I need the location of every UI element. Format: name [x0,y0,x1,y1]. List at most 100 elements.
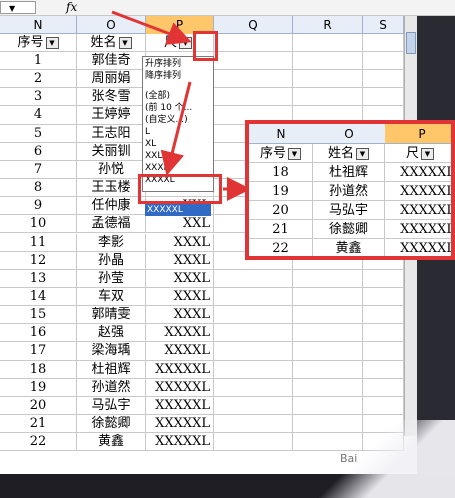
seq-cell[interactable]: 4 [0,106,77,124]
empty-cell[interactable] [363,88,404,106]
name-cell[interactable]: 王志阳 [77,124,146,142]
menu-item-xxl[interactable]: XXL [145,150,211,162]
function-icon[interactable]: fx [66,0,77,14]
name-cell[interactable]: 车双 [77,287,146,306]
name-cell[interactable]: 徐懿卿 [77,415,146,433]
empty-cell[interactable] [214,378,293,396]
empty-cell[interactable] [214,269,293,287]
seq-cell[interactable]: 19 [0,378,77,396]
size-cell[interactable]: XXXL [146,287,214,306]
empty-cell[interactable] [293,324,363,342]
empty-cell[interactable] [293,306,363,324]
menu-item-sort-asc[interactable]: 升序排列 [145,58,211,70]
menu-item-custom[interactable]: (自定义...) [145,114,211,126]
name-cell[interactable]: 王玉楼 [77,179,146,197]
seq-cell[interactable]: 13 [0,269,77,287]
seq-cell[interactable]: 20 [0,396,77,414]
filter-dropdown-name[interactable]: ▼ [118,36,132,49]
column-header-r[interactable]: R [293,16,363,34]
seq-cell[interactable]: 15 [0,306,77,324]
size-cell[interactable]: XXXL [146,251,214,269]
seq-cell[interactable]: 5 [0,124,77,142]
empty-cell[interactable] [214,287,293,306]
name-cell[interactable]: 孙悦 [77,160,146,179]
seq-cell[interactable]: 9 [0,197,77,215]
seq-cell[interactable]: 10 [0,215,77,233]
empty-cell[interactable] [214,306,293,324]
seq-cell[interactable]: 14 [0,287,77,306]
name-cell[interactable]: 马弘宇 [77,396,146,414]
empty-cell[interactable] [214,433,293,451]
seq-cell[interactable]: 11 [0,233,77,251]
name-cell[interactable]: 赵强 [77,324,146,342]
name-cell[interactable]: 郭佳奇 [77,52,146,70]
empty-cell[interactable] [363,269,404,287]
seq-cell[interactable]: 2 [0,70,77,88]
name-cell[interactable]: 李影 [77,233,146,251]
seq-cell[interactable]: 21 [0,415,77,433]
name-cell[interactable]: 孟德福 [77,215,146,233]
size-cell[interactable]: XXL [146,215,214,233]
column-header-s[interactable]: S [363,16,404,34]
empty-cell[interactable] [363,306,404,324]
seq-cell[interactable]: 7 [0,160,77,179]
empty-cell[interactable] [363,378,404,396]
menu-item-sort-desc[interactable]: 降序排列 [145,70,211,82]
menu-item-xxxxxl[interactable]: XXXXXL [145,204,211,216]
empty-cell[interactable] [214,70,293,88]
seq-cell[interactable]: 12 [0,251,77,269]
size-cell[interactable]: XXXXL [146,342,214,360]
menu-item-top10[interactable]: (前 10 个... [145,102,211,114]
empty-cell[interactable] [214,415,293,433]
empty-cell[interactable] [293,378,363,396]
name-cell[interactable]: 张冬雪 [77,88,146,106]
name-cell[interactable]: 梁海瑀 [77,342,146,360]
menu-item-xxxxl[interactable]: XXXXL [145,174,211,186]
name-cell[interactable]: 孙莹 [77,269,146,287]
empty-cell[interactable] [293,269,363,287]
empty-cell[interactable] [214,360,293,378]
menu-item-all[interactable]: (全部) [145,90,211,102]
name-cell[interactable]: 黄鑫 [77,433,146,451]
empty-cell[interactable] [293,70,363,88]
empty-cell[interactable] [363,324,404,342]
empty-cell[interactable] [214,52,293,70]
empty-cell[interactable] [363,396,404,414]
empty-cell[interactable] [214,88,293,106]
name-cell[interactable]: 王婷婷 [77,106,146,124]
menu-item-xxxl[interactable]: XXXL [145,162,211,174]
name-cell[interactable]: 孙晶 [77,251,146,269]
menu-item-l[interactable]: L [145,126,211,138]
seq-cell[interactable]: 16 [0,324,77,342]
name-cell[interactable]: 郭晴雯 [77,306,146,324]
empty-cell[interactable] [293,342,363,360]
column-header-p[interactable]: P [146,16,214,34]
empty-cell[interactable] [363,70,404,88]
empty-cell[interactable] [363,342,404,360]
name-cell[interactable]: 周丽娟 [77,70,146,88]
seq-cell[interactable]: 1 [0,52,77,70]
seq-cell[interactable]: 6 [0,142,77,160]
name-cell[interactable]: 孙道然 [77,378,146,396]
size-cell[interactable]: XXXXXL [146,396,214,414]
name-cell[interactable]: 杜祖辉 [77,360,146,378]
inset-filter-dropdown-size[interactable]: ▼ [421,147,434,160]
filter-dropdown-seq[interactable]: ▼ [45,36,59,49]
seq-cell[interactable]: 22 [0,433,77,451]
size-cell[interactable]: XXXXXL [146,360,214,378]
size-cell[interactable]: XXXL [146,306,214,324]
chevron-down-icon[interactable]: ▼ [9,4,15,13]
empty-cell[interactable] [363,52,404,70]
size-cell[interactable]: XXXXL [146,324,214,342]
empty-cell[interactable] [214,324,293,342]
size-cell[interactable]: XXXXXL [146,433,214,451]
seq-cell[interactable]: 3 [0,88,77,106]
column-header-n[interactable]: N [0,16,77,34]
empty-cell[interactable] [293,52,363,70]
empty-cell[interactable] [214,342,293,360]
inset-filter-dropdown-seq[interactable]: ▼ [288,147,301,160]
empty-cell[interactable] [293,287,363,306]
name-cell[interactable]: 关丽钏 [77,142,146,160]
name-cell[interactable]: 任仲康 [77,197,146,215]
size-cell[interactable]: XXXL [146,269,214,287]
